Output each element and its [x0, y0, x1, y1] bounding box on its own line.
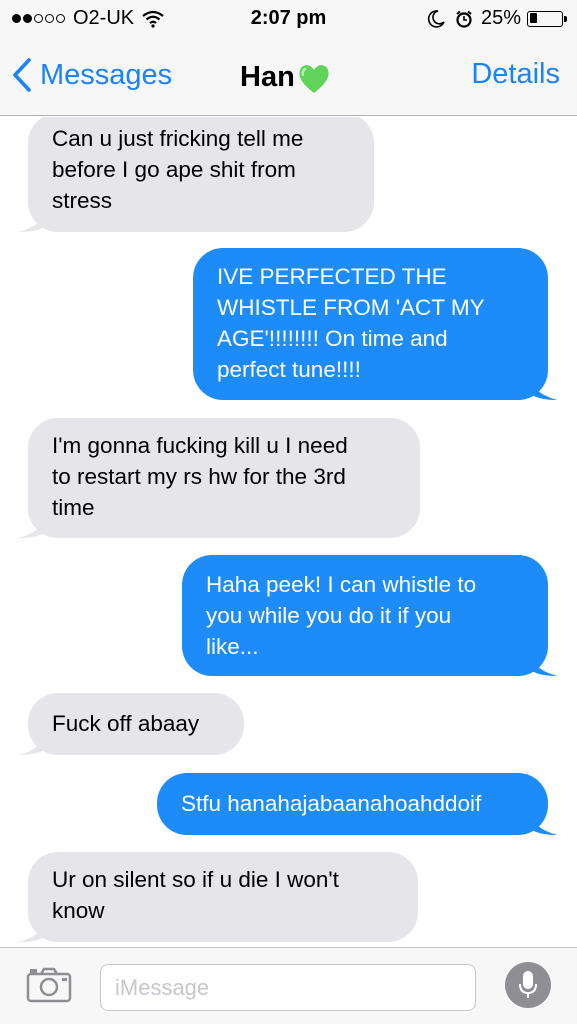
outgoing-message: Stfu hanahajabaanahoahddoif — [157, 773, 558, 835]
bubble-tail — [528, 811, 558, 835]
camera-icon[interactable] — [26, 967, 72, 1003]
message-text: Can u just fricking tell me before I go … — [52, 126, 304, 213]
microphone-button[interactable] — [505, 962, 551, 1008]
battery-percent: 25% — [480, 7, 521, 29]
message-text: Fuck off abaay — [52, 711, 200, 736]
message-text: Haha peek! I can whistle to you while yo… — [206, 572, 477, 659]
incoming-message: I'm gonna fucking kill u I need to resta… — [18, 418, 420, 538]
bubble-tail — [528, 652, 558, 676]
microphone-icon — [519, 971, 537, 998]
battery-icon — [527, 10, 567, 27]
bubble-tail — [18, 208, 48, 232]
incoming-message: Ur on silent so if u die I won't know — [18, 852, 418, 942]
message-text: Ur on silent so if u die I won't know — [52, 867, 339, 923]
bubble-tail — [528, 376, 558, 400]
outgoing-message: IVE PERFECTED THE WHISTLE FROM 'ACT MY A… — [193, 248, 558, 400]
bubble-tail — [18, 514, 48, 538]
message-thread[interactable]: Can u just fricking tell me before I go … — [0, 117, 577, 947]
navigation-bar: Messages Han Details — [0, 38, 577, 116]
bubble-tail — [18, 918, 48, 942]
back-label: Messages — [40, 58, 173, 91]
battery-nub — [564, 15, 567, 22]
outgoing-message: Haha peek! I can whistle to you while yo… — [182, 555, 558, 676]
incoming-message: Can u just fricking tell me before I go … — [18, 117, 374, 232]
imessage-input[interactable] — [100, 964, 476, 1011]
chevron-left-icon — [13, 58, 31, 92]
conversation-title: Han — [240, 58, 331, 96]
message-text: I'm gonna fucking kill u I need to resta… — [52, 433, 348, 520]
message-text: Stfu hanahajabaanahoahddoif — [181, 791, 482, 816]
compose-bar — [0, 947, 577, 1024]
battery-level — [529, 13, 537, 23]
incoming-message: Fuck off abaay — [18, 693, 244, 755]
bubble-tail — [18, 731, 48, 755]
contact-name: Han — [240, 60, 295, 93]
status-bar: O2-UK 2:07 pm 25% — [0, 0, 577, 38]
alarm-icon — [456, 10, 472, 28]
message-text: IVE PERFECTED THE WHISTLE FROM 'ACT MY A… — [217, 264, 485, 382]
status-indicators: 25% — [427, 7, 567, 30]
moon-icon — [427, 9, 445, 28]
green-heart-icon — [299, 65, 329, 93]
back-to-messages-button[interactable]: Messages — [12, 58, 172, 92]
details-button[interactable]: Details — [471, 58, 560, 91]
